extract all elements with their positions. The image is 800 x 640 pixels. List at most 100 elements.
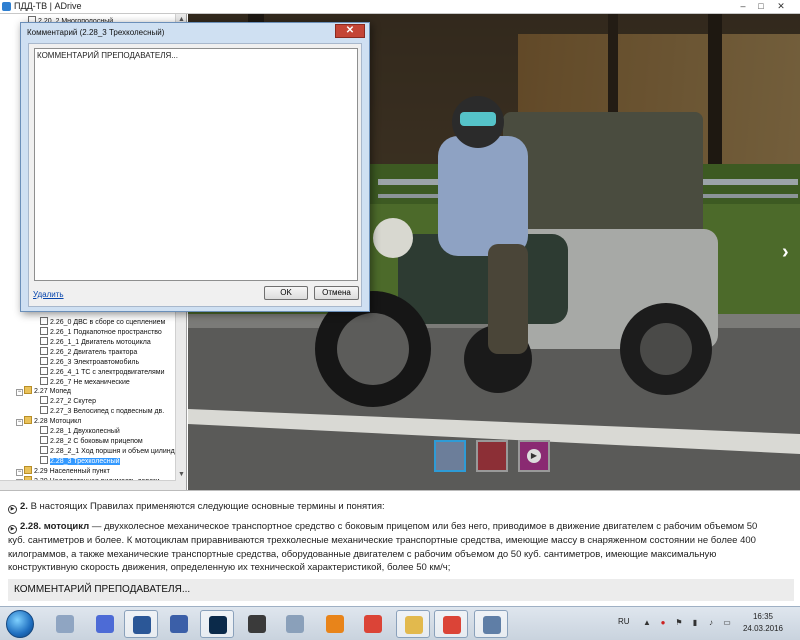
paragraph-number: 2. <box>20 501 28 512</box>
document-icon <box>40 367 48 375</box>
dialog-close-button[interactable]: ✕ <box>335 24 365 38</box>
dialog-body: КОММЕНТАРИЙ ПРЕПОДАВАТЕЛЯ... Удалить OK … <box>28 43 362 307</box>
thumbnail-photo-2[interactable] <box>476 440 508 472</box>
comment-dialog: Комментарий (2.28_3 Трехколесный) ✕ КОММ… <box>20 22 370 312</box>
tree-horizontal-scrollbar[interactable] <box>0 480 176 490</box>
tray-arrow-icon[interactable]: ▲ <box>642 618 652 628</box>
taskbar-chrome-2-button[interactable] <box>434 610 468 638</box>
volume-icon[interactable]: ♪ <box>706 618 716 628</box>
expand-bullet-icon[interactable]: ▶ <box>8 525 17 534</box>
next-photo-arrow[interactable]: › <box>782 242 789 262</box>
definition-line-1: — двухколесное механическое транспортное… <box>91 521 758 532</box>
expand-toggle-icon[interactable]: − <box>16 419 23 426</box>
clock[interactable]: 16:35 24.03.2016 <box>740 611 786 635</box>
definition-line-2: куб. сантиметров и более. К мотоциклам п… <box>8 535 756 546</box>
tree-node-label: 2.28_1 Двухколесный <box>50 428 120 435</box>
tree-node[interactable]: − 2.28 Мотоцикл <box>16 416 81 426</box>
chrome-2-icon <box>443 616 461 634</box>
document-icon <box>40 456 48 464</box>
dialog-title: Комментарий (2.28_3 Трехколесный) <box>27 28 165 37</box>
document-icon <box>40 357 48 365</box>
thumbnail-video[interactable]: ▶ <box>518 440 550 472</box>
tree-node[interactable]: 2.26_4_1 ТС с электродвигателями <box>40 367 164 377</box>
scroll-down-icon[interactable]: ▼ <box>176 469 186 480</box>
tree-node-label: 2.26_1 Подкапотное пространство <box>50 329 162 336</box>
close-window-button[interactable]: ✕ <box>774 1 788 12</box>
document-icon <box>40 446 48 454</box>
flag-icon[interactable]: ⚑ <box>674 618 684 628</box>
document-icon <box>40 327 48 335</box>
document-icon <box>40 377 48 385</box>
ok-button[interactable]: OK <box>264 286 308 300</box>
tree-node[interactable]: 2.26_3 Электроавтомобиль <box>40 357 139 367</box>
play-icon: ▶ <box>527 449 541 463</box>
battery-icon[interactable]: ▭ <box>722 618 732 628</box>
tree-node[interactable]: 2.27_2 Скутер <box>40 396 96 406</box>
taskbar-calculator-button[interactable] <box>278 610 312 638</box>
taskbar-network-button[interactable] <box>88 610 122 638</box>
language-indicator[interactable]: RU <box>618 617 630 626</box>
tree-node[interactable]: 2.28_2_1 Ход поршня и объем цилиндра <box>40 446 183 456</box>
taskbar: RU ▲ ● ⚑ ▮ ♪ ▭ 16:35 24.03.2016 <box>0 606 800 640</box>
folder-icon <box>24 386 32 394</box>
document-icon <box>40 337 48 345</box>
folder-icon <box>405 616 423 634</box>
tree-node[interactable]: 2.26_2 Двигатель трактора <box>40 347 137 357</box>
tree-node[interactable]: 2.26_1_1 Двигатель мотоцикла <box>40 337 151 347</box>
delete-link[interactable]: Удалить <box>33 290 64 299</box>
taskbar-photoshop-button[interactable] <box>200 610 234 638</box>
paragraph-text: В настоящих Правилах применяются следующ… <box>30 501 385 512</box>
tree-node-label: 2.26_1_1 Двигатель мотоцикла <box>50 339 151 346</box>
tree-node-label: 2.26_0 ДВС в сборе со сцеплением <box>50 319 166 326</box>
paragraph-definition: ▶ 2.28. мотоцикл — двухколесное механичес… <box>8 520 798 575</box>
tree-node-label: 2.26_4_1 ТС с электродвигателями <box>50 369 165 376</box>
photoshop-icon <box>209 616 227 634</box>
window-titlebar: ПДД-ТВ | ADrive – □ ✕ <box>0 0 800 14</box>
tree-node[interactable]: 2.26_1 Подкапотное пространство <box>40 327 162 337</box>
definition-term: мотоцикл <box>43 521 90 532</box>
tree-node[interactable]: 2.28_3 Трехколесный <box>40 456 120 466</box>
network-icon <box>96 615 114 633</box>
teacher-comment-bar[interactable]: КОММЕНТАРИЙ ПРЕПОДАВАТЕЛЯ... <box>8 579 794 601</box>
tree-node-label: 2.27_2 Скутер <box>50 398 96 405</box>
tree-node[interactable]: 2.27_3 Велосипед с подвесным дв. <box>40 406 164 416</box>
expand-toggle-icon[interactable]: − <box>16 469 23 476</box>
comment-textarea[interactable]: КОММЕНТАРИЙ ПРЕПОДАВАТЕЛЯ... <box>34 48 358 281</box>
clock-time: 16:35 <box>752 612 774 621</box>
tree-node-label: 2.28_3 Трехколесный <box>50 458 120 465</box>
cancel-button[interactable]: Отмена <box>314 286 359 300</box>
taskbar-folder-button[interactable] <box>396 610 430 638</box>
taskbar-word-button[interactable] <box>124 610 158 638</box>
tree-node[interactable]: 2.26_0 ДВС в сборе со сцеплением <box>40 317 165 327</box>
tree-node[interactable]: − 2.29 Населенный пункт <box>16 466 110 476</box>
expand-bullet-icon[interactable]: ▶ <box>8 505 17 514</box>
taskbar-save-button[interactable] <box>162 610 196 638</box>
app-icon <box>2 2 11 11</box>
maximize-button[interactable]: □ <box>754 1 768 12</box>
taskbar-explorer-button[interactable] <box>48 610 82 638</box>
tree-node-label: 2.26_7 Не механические <box>50 379 130 386</box>
tree-node[interactable]: 2.28_2 С боковым прицепом <box>40 436 143 446</box>
calculator-icon <box>286 615 304 633</box>
network-icon[interactable]: ▮ <box>690 618 700 628</box>
document-icon <box>40 396 48 404</box>
expand-toggle-icon[interactable]: − <box>16 389 23 396</box>
tree-node[interactable]: − 2.27 Мопед <box>16 386 71 396</box>
document-icon <box>40 426 48 434</box>
start-button[interactable] <box>6 610 34 638</box>
paragraph-intro: ▶ 2. В настоящих Правилах применяются сле… <box>8 500 385 514</box>
taskbar-chrome-button[interactable] <box>356 610 390 638</box>
tree-node[interactable]: 2.28_1 Двухколесный <box>40 426 120 436</box>
document-icon <box>40 406 48 414</box>
document-icon <box>40 347 48 355</box>
taskbar-camera-button[interactable] <box>240 610 274 638</box>
definition-number: 2.28. <box>20 521 42 532</box>
taskbar-tv-button[interactable] <box>474 610 508 638</box>
tree-node-label: 2.26_2 Двигатель трактора <box>50 349 138 356</box>
taskbar-vlc-button[interactable] <box>318 610 352 638</box>
thumbnail-photo-1[interactable] <box>434 440 466 472</box>
antivirus-icon[interactable]: ● <box>658 618 668 628</box>
clock-date: 24.03.2016 <box>742 624 784 633</box>
minimize-button[interactable]: – <box>736 1 750 12</box>
chrome-icon <box>364 615 382 633</box>
